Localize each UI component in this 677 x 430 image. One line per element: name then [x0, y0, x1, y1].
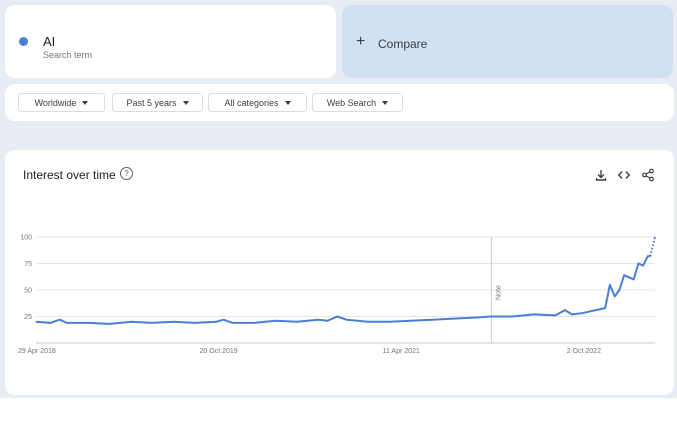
data-point [151, 322, 153, 324]
x-axis-ticks: 29 Apr 2018 20 Oct 2019 11 Apr 2021 2 Oct 2… [18, 348, 601, 355]
data-point [554, 314, 556, 317]
data-point [474, 316, 476, 319]
note-label: Note [495, 285, 502, 300]
data-point [580, 312, 583, 314]
data-point [388, 321, 390, 323]
data-point [327, 320, 329, 322]
data-point [628, 276, 630, 278]
region-dropdown[interactable]: Worldwide [18, 93, 105, 112]
search-type-dropdown[interactable]: Web Search [312, 93, 403, 112]
data-point [452, 318, 455, 320]
x-tick-label: 20 Oct 2019 [200, 348, 238, 355]
compare-label: Compare [378, 37, 428, 51]
data-point [654, 236, 656, 238]
data-point [647, 255, 649, 257]
y-tick-label: 75 [24, 261, 32, 268]
interest-line-chart: Note 29 Apr 2018 20 Oct 2019 11 Apr 2021 2 … [18, 235, 656, 355]
data-point [367, 321, 369, 323]
data-point [571, 313, 573, 315]
caret-down-icon [82, 100, 89, 105]
data-point [590, 310, 592, 312]
plus-icon: + [356, 33, 366, 50]
region-dropdown-label: Worldwide [34, 97, 77, 108]
data-point [604, 307, 606, 309]
filter-bar: Worldwide Past 5 years All categories We… [5, 84, 674, 121]
data-point [66, 322, 68, 324]
y-tick-label: 25 [24, 314, 32, 321]
data-point [609, 284, 611, 286]
caret-down-icon [284, 100, 291, 105]
data-point [649, 255, 651, 257]
data-point [35, 321, 37, 323]
chart-grid [36, 236, 655, 344]
data-point [232, 322, 234, 324]
interest-over-time-card: Interest over time ? Note 29 Apr 2018 20 … [5, 150, 674, 395]
data-point [194, 322, 196, 324]
x-tick-label: 2 Oct 2022 [567, 348, 601, 355]
data-point [108, 323, 111, 325]
data-point [222, 319, 224, 321]
data-point [172, 321, 175, 323]
data-point [614, 295, 616, 297]
data-point [642, 265, 644, 267]
compare-button[interactable]: + Compare [342, 5, 673, 78]
data-point [346, 319, 348, 321]
time-range-dropdown[interactable]: Past 5 years [112, 93, 203, 112]
data-point [564, 309, 566, 311]
data-point [317, 319, 319, 321]
search-type-dropdown-label: Web Search [326, 97, 377, 108]
data-point [633, 278, 635, 280]
category-dropdown-label: All categories [224, 97, 279, 108]
caret-down-icon [382, 100, 389, 105]
data-point [215, 321, 217, 323]
search-term-card[interactable]: AI Search term [5, 5, 336, 78]
y-tick-label: 100 [20, 235, 32, 242]
search-term-subtitle: Search term [43, 50, 93, 60]
data-point [512, 315, 514, 318]
data-point [49, 322, 51, 324]
data-point [253, 322, 255, 324]
y-tick-label: 50 [24, 288, 32, 295]
data-point [130, 321, 132, 323]
data-point [274, 320, 277, 322]
category-dropdown[interactable]: All categories [208, 93, 307, 112]
data-point [623, 274, 625, 276]
x-tick-label: 11 Apr 2021 [383, 348, 420, 355]
x-tick-label: 29 Apr 2018 [18, 348, 56, 355]
data-point [490, 315, 492, 318]
data-point [618, 289, 621, 291]
y-axis-ticks: 25 50 75 100 [20, 235, 32, 322]
series-color-dot [19, 37, 28, 46]
data-point [637, 262, 639, 265]
data-point [87, 322, 89, 324]
data-point [431, 319, 433, 321]
chart-series [35, 236, 656, 325]
search-term-name[interactable]: AI [43, 34, 55, 49]
data-point [59, 319, 61, 321]
series-line-partial [649, 236, 656, 257]
data-point [599, 308, 602, 310]
data-point [336, 315, 338, 318]
data-point [533, 313, 535, 315]
data-point [410, 320, 412, 322]
time-range-dropdown-label: Past 5 years [126, 97, 177, 108]
caret-down-icon [182, 100, 189, 105]
data-point [296, 321, 298, 323]
